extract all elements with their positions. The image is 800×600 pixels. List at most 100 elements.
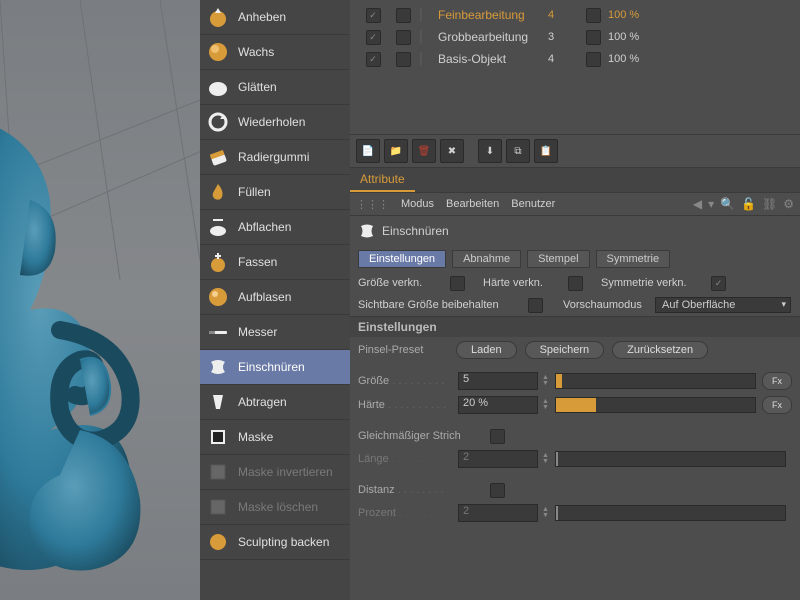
spinner-icon[interactable]: ▲▼: [542, 399, 549, 411]
tool-abtragen[interactable]: Abtragen: [200, 385, 350, 420]
nav-back-icon[interactable]: ◀: [693, 197, 702, 211]
messer-icon: [206, 320, 230, 344]
visible-checkbox[interactable]: [366, 8, 381, 23]
tool-wachs[interactable]: Wachs: [200, 35, 350, 70]
length-slider: [555, 451, 786, 467]
distance-checkbox[interactable]: [490, 483, 505, 498]
tool-label: Aufblasen: [238, 290, 291, 304]
load-button[interactable]: Laden: [456, 341, 517, 359]
lock-icon[interactable]: 🔓: [741, 197, 756, 211]
visible-checkbox[interactable]: [366, 52, 381, 67]
lock-checkbox[interactable]: [396, 30, 411, 45]
level-name: Basis-Objekt: [438, 52, 548, 66]
menu-modus[interactable]: Modus: [401, 198, 434, 210]
size-label: Größe . . . . . . . . .: [358, 375, 458, 387]
lock-checkbox[interactable]: [396, 8, 411, 23]
distance-label: Distanz . . . . . . . .: [358, 484, 490, 496]
menu-benutzer[interactable]: Benutzer: [511, 198, 555, 210]
hardness-input[interactable]: 20 %: [458, 396, 538, 414]
fx-button[interactable]: Fx: [762, 372, 792, 390]
lock-checkbox[interactable]: [396, 52, 411, 67]
hardness-link-checkbox[interactable]: [568, 276, 583, 291]
reset-button[interactable]: Zurücksetzen: [612, 341, 708, 359]
tool-palette: Anheben Wachs Glätten Wiederholen Radier…: [200, 0, 350, 600]
tool-maske[interactable]: Maske: [200, 420, 350, 455]
even-stroke-checkbox[interactable]: [490, 429, 505, 444]
size-link-checkbox[interactable]: [450, 276, 465, 291]
visible-checkbox[interactable]: [366, 30, 381, 45]
attribute-tab[interactable]: Attribute: [350, 168, 415, 192]
size-slider[interactable]: [555, 373, 756, 389]
level-row[interactable]: │ Basis-Objekt 4 100 %: [350, 48, 800, 70]
wachs-icon: [206, 40, 230, 64]
folder-icon[interactable]: 📁: [384, 139, 408, 163]
extra-checkbox[interactable]: [586, 52, 601, 67]
spinner-icon: ▲▼: [542, 453, 549, 465]
paste-icon[interactable]: 📋: [534, 139, 558, 163]
settings-icon[interactable]: ⚙: [783, 197, 794, 211]
attribute-tabbar: Attribute: [350, 168, 800, 193]
add-layer-icon[interactable]: 📄: [356, 139, 380, 163]
merge-icon[interactable]: ⬇: [478, 139, 502, 163]
tab-symmetrie[interactable]: Symmetrie: [596, 250, 671, 268]
tool-radiergummi[interactable]: Radiergummi: [200, 140, 350, 175]
tool-fuellen[interactable]: Füllen: [200, 175, 350, 210]
tab-abnahme[interactable]: Abnahme: [452, 250, 521, 268]
fuellen-icon: [206, 180, 230, 204]
nav-menu-icon[interactable]: ▾: [708, 197, 714, 211]
tool-maske-loeschen[interactable]: Maske löschen: [200, 490, 350, 525]
distance-row: Distanz . . . . . . . .: [350, 479, 800, 501]
attribute-title: Einschnüren: [350, 216, 800, 246]
settings-tabs: Einstellungen Abnahme Stempel Symmetrie: [350, 246, 800, 272]
preset-row: Pinsel-Preset Laden Speichern Zurücksetz…: [350, 337, 800, 363]
aufblasen-icon: [206, 285, 230, 309]
symmetry-link-label: Symmetrie verkn.: [601, 277, 711, 289]
fx-button[interactable]: Fx: [762, 396, 792, 414]
tab-einstellungen[interactable]: Einstellungen: [358, 250, 446, 268]
hardness-slider[interactable]: [555, 397, 756, 413]
extra-checkbox[interactable]: [586, 8, 601, 23]
wiederholen-icon: [206, 110, 230, 134]
tool-label: Abflachen: [238, 220, 291, 234]
menu-bearbeiten[interactable]: Bearbeiten: [446, 198, 499, 210]
link-icon[interactable]: ⛓: [762, 197, 777, 211]
copy-icon[interactable]: ⧉: [506, 139, 530, 163]
visible-size-checkbox[interactable]: [528, 298, 543, 313]
save-button[interactable]: Speichern: [525, 341, 605, 359]
clear-icon[interactable]: ✖: [440, 139, 464, 163]
tool-abflachen[interactable]: Abflachen: [200, 210, 350, 245]
abflachen-icon: [206, 215, 230, 239]
tool-maske-invertieren[interactable]: Maske invertieren: [200, 455, 350, 490]
tool-glaetten[interactable]: Glätten: [200, 70, 350, 105]
attribute-menubar: ⋮⋮⋮ Modus Bearbeiten Benutzer ◀ ▾ 🔍 🔓 ⛓ …: [350, 193, 800, 216]
search-icon[interactable]: 🔍: [720, 197, 735, 211]
delete-icon[interactable]: 🗑: [412, 139, 436, 163]
level-row[interactable]: │ Grobbearbeitung 3 100 %: [350, 26, 800, 48]
einstellungen-header: Einstellungen: [350, 316, 800, 337]
preview-mode-dropdown[interactable]: Auf Oberfläche: [655, 297, 791, 313]
viewport-3d[interactable]: [0, 0, 200, 600]
hardness-label: Härte . . . . . . . . . .: [358, 399, 458, 411]
level-row[interactable]: │ Feinbearbeitung 4 100 %: [350, 4, 800, 26]
hardness-link-label: Härte verkn.: [483, 277, 568, 289]
tool-label: Maske: [238, 430, 273, 444]
size-link-label: Größe verkn.: [358, 277, 450, 289]
maske-icon: [206, 425, 230, 449]
tool-fassen[interactable]: Fassen: [200, 245, 350, 280]
maske-delete-icon: [206, 495, 230, 519]
tool-anheben[interactable]: Anheben: [200, 0, 350, 35]
tool-aufblasen[interactable]: Aufblasen: [200, 280, 350, 315]
spinner-icon[interactable]: ▲▼: [542, 375, 549, 387]
tool-sculpting-backen[interactable]: Sculpting backen: [200, 525, 350, 560]
glaetten-icon: [206, 75, 230, 99]
tab-stempel[interactable]: Stempel: [527, 250, 589, 268]
tool-wiederholen[interactable]: Wiederholen: [200, 105, 350, 140]
level-name: Feinbearbeitung: [438, 8, 548, 22]
tool-einschnueren[interactable]: Einschnüren: [200, 350, 350, 385]
percent-label: Prozent . . . . . . . .: [358, 507, 458, 519]
tool-messer[interactable]: Messer: [200, 315, 350, 350]
symmetry-link-checkbox[interactable]: [711, 276, 726, 291]
extra-checkbox[interactable]: [586, 30, 601, 45]
size-input[interactable]: 5: [458, 372, 538, 390]
tool-label: Radiergummi: [238, 150, 309, 164]
